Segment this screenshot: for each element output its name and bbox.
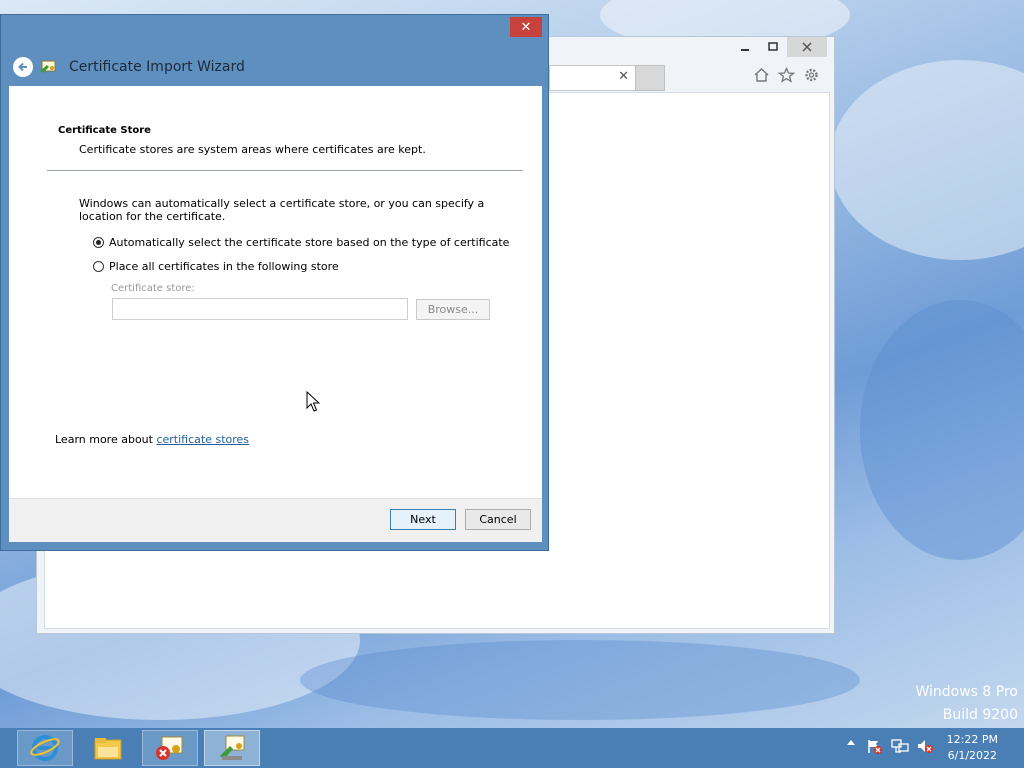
section-title: Certificate Store [58, 125, 151, 136]
radio-place-in-store[interactable]: Place all certificates in the following … [93, 260, 339, 273]
taskbar-file-explorer[interactable] [80, 730, 136, 766]
radio-auto-label: Automatically select the certificate sto… [109, 236, 510, 249]
certificate-icon [156, 736, 183, 760]
learn-more-prefix: Learn more about [55, 433, 157, 446]
wizard-close-button[interactable]: ✕ [510, 17, 542, 37]
folder-icon [94, 738, 122, 760]
certificate-store-label: Certificate store: [111, 283, 195, 294]
minimize-icon[interactable] [731, 37, 759, 57]
settings-gear-icon[interactable] [803, 67, 820, 83]
certificate-import-wizard-dialog: ✕ Certificate Import Wizard Certificate … [0, 14, 549, 551]
header-divider [47, 170, 523, 171]
volume-muted-icon[interactable] [916, 738, 934, 754]
clock-date: 6/1/2022 [947, 749, 998, 762]
clear-x-icon[interactable]: ✕ [618, 69, 629, 84]
taskbar-internet-explorer[interactable] [17, 730, 73, 766]
browser-toolbar-icons [753, 67, 820, 83]
system-clock[interactable]: 12:22 PM 6/1/2022 [947, 732, 998, 764]
back-arrow-icon[interactable] [13, 57, 33, 77]
show-hidden-icons-chevron-icon[interactable] [846, 738, 856, 746]
wizard-footer: Next Cancel [9, 498, 542, 542]
radio-auto-select-store[interactable]: Automatically select the certificate sto… [93, 236, 509, 249]
wizard-title: Certificate Import Wizard [69, 59, 245, 75]
section-description: Certificate stores are system areas wher… [79, 143, 426, 156]
browse-button[interactable]: Browse... [416, 299, 490, 320]
radio-manual-label: Place all certificates in the following … [109, 260, 339, 273]
mouse-cursor-icon [306, 390, 321, 416]
network-icon[interactable] [891, 738, 909, 754]
action-center-flag-icon[interactable] [866, 738, 882, 754]
next-button[interactable]: Next [390, 509, 456, 530]
home-icon[interactable] [753, 67, 770, 83]
address-bar[interactable]: ✕ [549, 65, 636, 91]
radio-button-unchecked[interactable] [93, 261, 104, 272]
os-build-watermark: Build 9200 [942, 707, 1018, 723]
wizard-content-panel: Certificate Store Certificate stores are… [9, 86, 542, 542]
new-tab-button[interactable] [635, 65, 665, 91]
taskbar-certificate-manager[interactable] [142, 730, 198, 766]
learn-more-text: Learn more about certificate stores [55, 433, 249, 446]
certificate-store-field[interactable] [112, 298, 408, 320]
certificate-stores-link[interactable]: certificate stores [156, 433, 249, 446]
cancel-button[interactable]: Cancel [465, 509, 531, 530]
taskbar-certificate-import-wizard[interactable] [204, 730, 260, 766]
ie-icon [30, 735, 60, 761]
cert-import-icon [220, 735, 245, 760]
close-icon: ✕ [520, 19, 532, 35]
close-icon[interactable] [787, 37, 827, 57]
radio-button-checked[interactable] [93, 237, 104, 248]
taskbar: 12:22 PM 6/1/2022 [0, 728, 1024, 768]
intro-text: Windows can automatically select a certi… [79, 197, 485, 223]
certificate-icon [39, 59, 57, 75]
clock-time: 12:22 PM [946, 733, 998, 746]
os-edition-watermark: Windows 8 Pro [915, 684, 1018, 700]
wizard-header: Certificate Import Wizard [13, 55, 245, 79]
favorites-star-icon[interactable] [778, 67, 795, 83]
maximize-icon[interactable] [759, 37, 787, 57]
